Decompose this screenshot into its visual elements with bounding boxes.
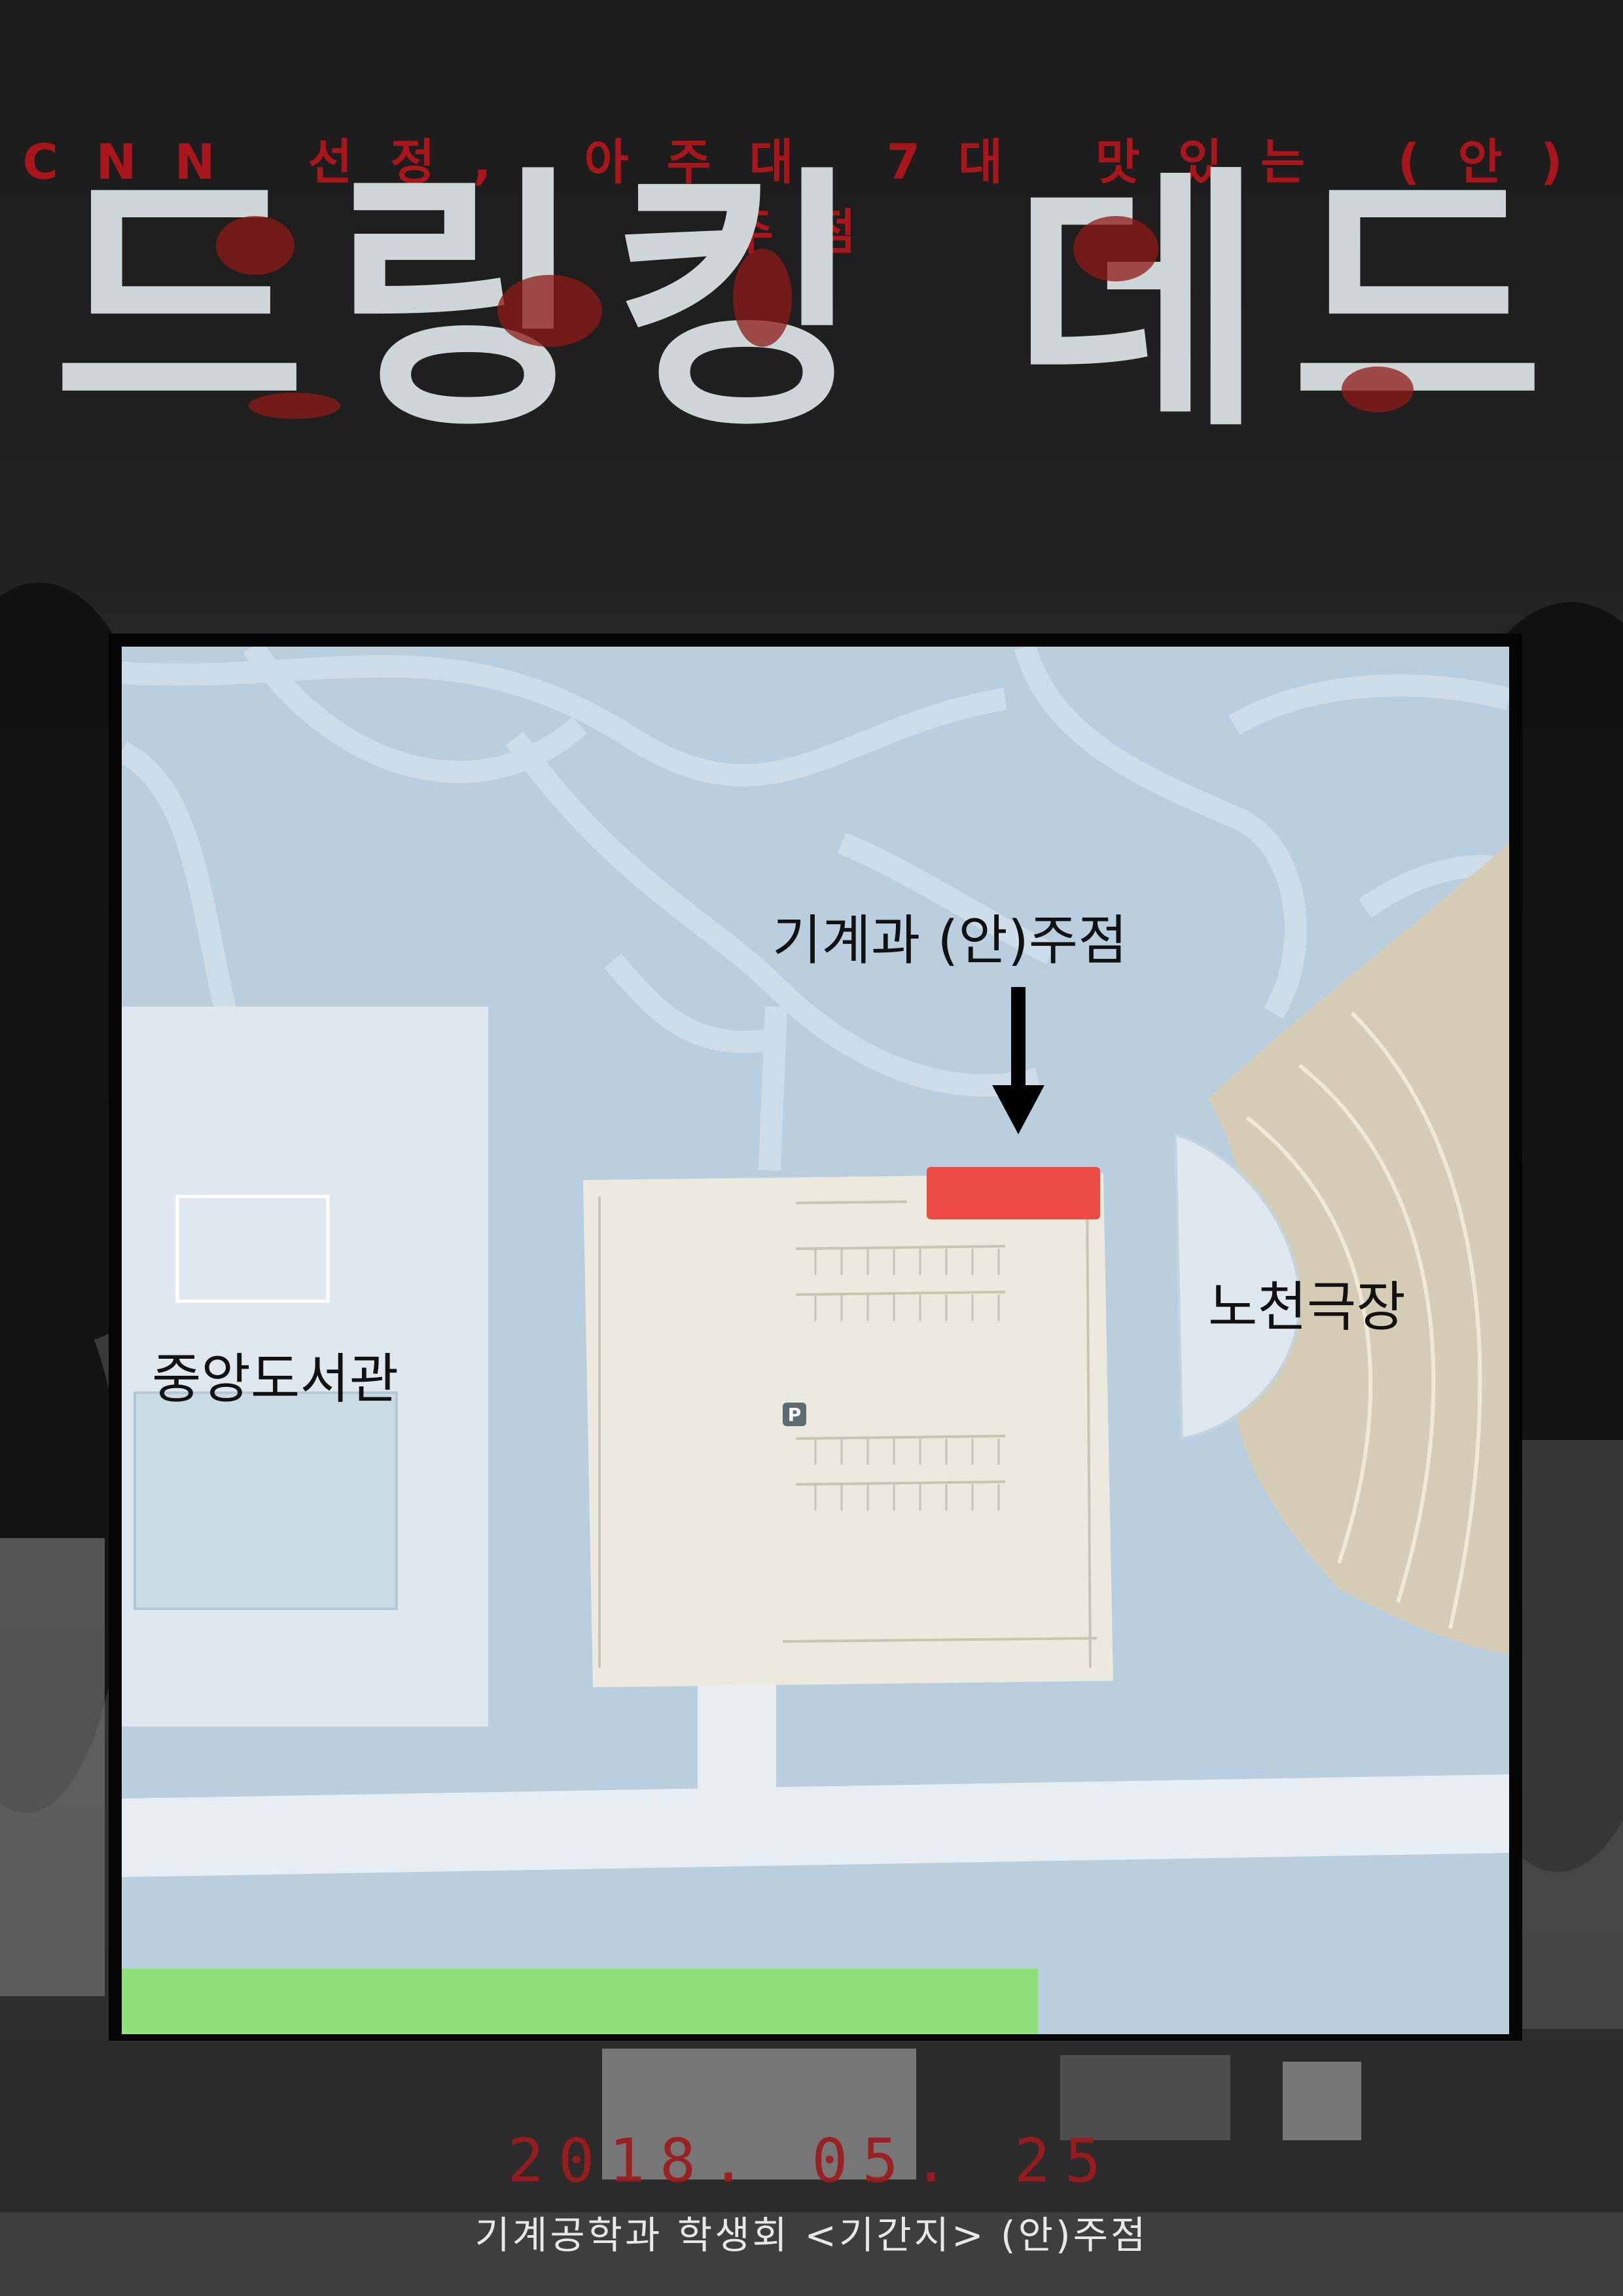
blood-stain	[1073, 216, 1158, 281]
booth-label: 기계과 (안)주점	[772, 910, 1128, 972]
booth-marker	[927, 1167, 1100, 1219]
blood-stain	[1342, 367, 1414, 412]
event-date: 2018. 05. 25	[507, 2126, 1116, 2196]
parking-access-road	[698, 1681, 776, 1825]
blood-stain	[733, 249, 792, 347]
blood-stain	[497, 275, 602, 347]
library-annex	[134, 1391, 398, 1610]
blood-stain	[216, 216, 294, 275]
library-label: 중앙도서관	[152, 1348, 399, 1410]
parking-lot	[583, 1174, 1113, 1687]
organizer-footer: 기계공학과 학생회 <기간지> (안)주점	[474, 2213, 1149, 2257]
blood-stain	[249, 393, 340, 419]
theater-label: 노천극장	[1208, 1276, 1406, 1338]
parking-icon-letter: P	[788, 1404, 802, 1426]
sports-field	[122, 1969, 1038, 2034]
